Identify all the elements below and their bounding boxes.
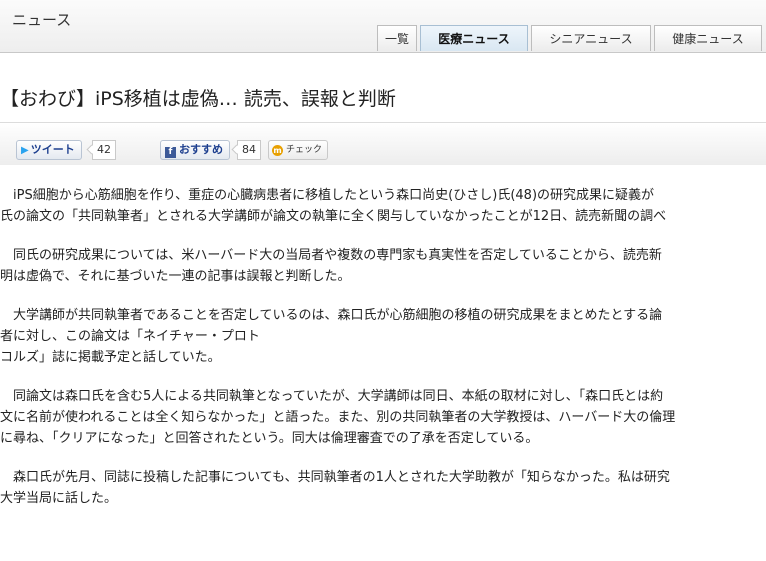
paragraph-line: 者に対し、この論文は「ネイチャー・プロト bbox=[0, 329, 260, 344]
tab-health-news[interactable]: 健康ニュース bbox=[654, 25, 762, 51]
section-title: ニュース bbox=[12, 11, 72, 29]
mixi-check-button[interactable]: m チェック bbox=[268, 140, 329, 160]
paragraph-line: に尋ね、「クリアになった」と回答されたという。同大は倫理審査での了承を否定してい… bbox=[0, 431, 539, 446]
social-share-bar: ▶ ツイート 42 f おすすめ 84 m チェック bbox=[0, 122, 766, 165]
news-header: ニュース 一覧 医療ニュース シニアニュース 健康ニュース bbox=[0, 0, 766, 53]
news-tabs: 一覧 医療ニュース シニアニュース 健康ニュース bbox=[377, 25, 765, 51]
tab-senior-news[interactable]: シニアニュース bbox=[531, 25, 651, 51]
tweet-count: 42 bbox=[92, 140, 116, 160]
paragraph-line: 同論文は森口氏を含む5人による共同執筆となっていたが、大学講師は同日、本紙の取材… bbox=[0, 389, 664, 404]
mixi-label: チェック bbox=[286, 145, 323, 155]
paragraph-line: 明は虚偽で、それに基づいた一連の記事は誤報と判断した。 bbox=[0, 269, 351, 284]
twitter-bird-icon: ▶ bbox=[21, 145, 29, 156]
paragraph-3: 大学講師が共同執筆者であることを否定しているのは、森口氏が心筋細胞の移植の研究成… bbox=[0, 305, 766, 368]
tweet-button[interactable]: ▶ ツイート bbox=[16, 140, 82, 160]
paragraph-1: iPS細胞から心筋細胞を作り、重症の心臓病患者に移植したという森口尚史(ひさし)… bbox=[0, 185, 766, 227]
paragraph-line: 森口氏が先月、同誌に投稿した記事についても、共同執筆者の1人とされた大学助教が「… bbox=[0, 470, 670, 485]
article-headline: 【おわび】iPS移植は虚偽… 読売、誤報と判断 bbox=[0, 88, 396, 110]
facebook-recommend-button[interactable]: f おすすめ bbox=[160, 140, 230, 160]
facebook-count: 84 bbox=[237, 140, 261, 160]
paragraph-line: 同氏の研究成果については、米ハーバード大の当局者や複数の専門家も真実性を否定して… bbox=[0, 248, 662, 263]
facebook-icon: f bbox=[165, 147, 176, 158]
paragraph-line: 文に名前が使われることは全く知らなかった」と語った。また、別の共同執筆者の大学教… bbox=[0, 410, 676, 425]
tweet-label: ツイート bbox=[30, 143, 75, 156]
paragraph-line: 大学当局に話した。 bbox=[0, 491, 118, 506]
paragraph-4: 同論文は森口氏を含む5人による共同執筆となっていたが、大学講師は同日、本紙の取材… bbox=[0, 386, 766, 449]
paragraph-5: 森口氏が先月、同誌に投稿した記事についても、共同執筆者の1人とされた大学助教が「… bbox=[0, 467, 766, 509]
article-body: iPS細胞から心筋細胞を作り、重症の心臓病患者に移植したという森口尚史(ひさし)… bbox=[0, 185, 766, 509]
paragraph-line: 大学講師が共同執筆者であることを否定しているのは、森口氏が心筋細胞の移植の研究成… bbox=[0, 308, 663, 323]
paragraph-line: コルズ」誌に掲載予定と話していた。 bbox=[0, 350, 221, 365]
paragraph-line: iPS細胞から心筋細胞を作り、重症の心臓病患者に移植したという森口尚史(ひさし)… bbox=[0, 188, 655, 203]
mixi-icon: m bbox=[272, 145, 283, 156]
paragraph-2: 同氏の研究成果については、米ハーバード大の当局者や複数の専門家も真実性を否定して… bbox=[0, 245, 766, 287]
paragraph-line: 氏の論文の「共同執筆者」とされる大学講師が論文の執筆に全く関与していなかったこと… bbox=[0, 209, 667, 224]
facebook-label: おすすめ bbox=[179, 143, 223, 156]
tab-all[interactable]: 一覧 bbox=[377, 25, 417, 51]
tab-medical-news[interactable]: 医療ニュース bbox=[420, 25, 528, 51]
